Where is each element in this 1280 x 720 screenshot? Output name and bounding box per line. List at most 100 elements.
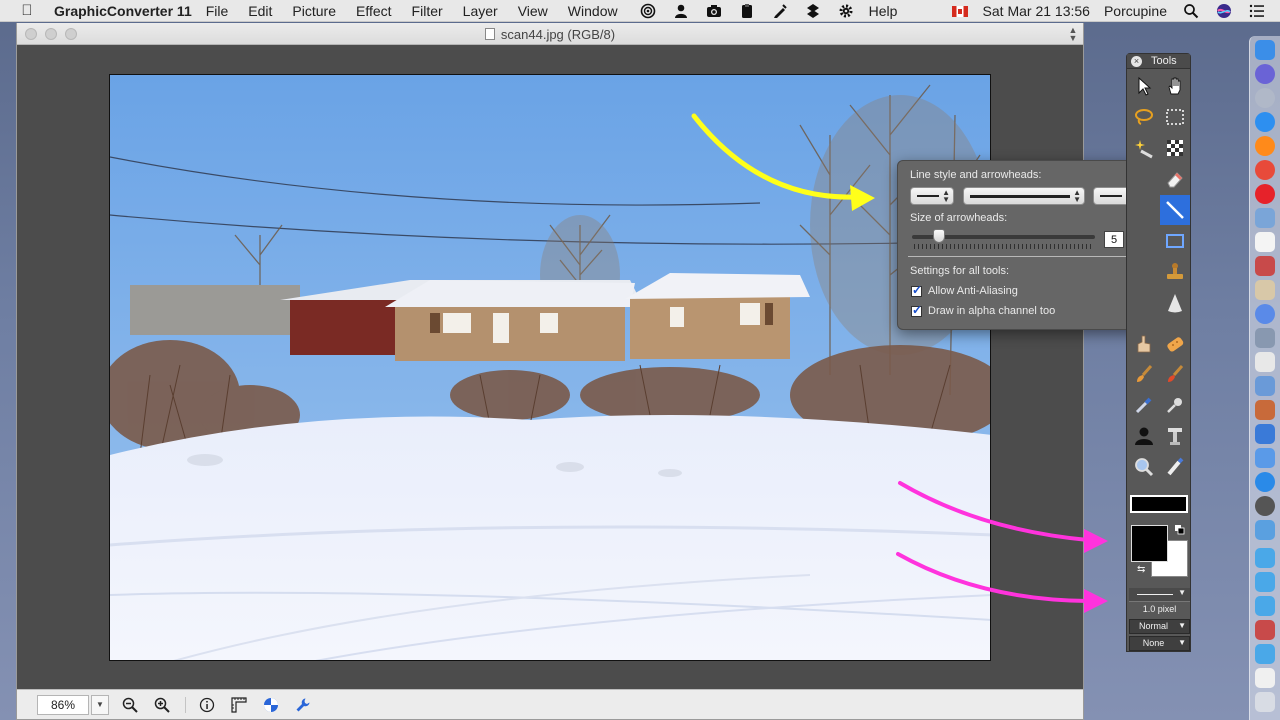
tool-sponge[interactable] xyxy=(1160,329,1190,359)
line-style-select[interactable]: ▲ ▼ xyxy=(963,187,1085,205)
zoom-dropdown-button[interactable]: ▼ xyxy=(91,694,109,715)
downloads-folder-icon[interactable] xyxy=(1255,644,1275,664)
tool-clamp[interactable] xyxy=(1160,421,1190,451)
app-store-icon[interactable] xyxy=(1255,472,1275,492)
window-titlebar[interactable]: scan44.jpg (RGB/8) ▲ ▼ xyxy=(17,23,1083,45)
acrobat-icon[interactable] xyxy=(1255,256,1275,276)
folder-icon-3[interactable] xyxy=(1255,596,1275,616)
folder-icon-2[interactable] xyxy=(1255,572,1275,592)
notification-center-icon[interactable] xyxy=(1247,3,1267,19)
folder-icon-1[interactable] xyxy=(1255,548,1275,568)
tool-brush[interactable] xyxy=(1129,359,1159,389)
menu-picture[interactable]: Picture xyxy=(292,3,336,19)
swap-colors-icon[interactable]: ⇆ xyxy=(1137,564,1145,575)
person-icon[interactable] xyxy=(671,3,691,19)
settings-dock-icon[interactable] xyxy=(1255,304,1275,324)
tool-eyedropper[interactable] xyxy=(1129,390,1159,420)
arrowhead-size-field[interactable]: 5 xyxy=(1104,231,1124,248)
tool-smudge[interactable] xyxy=(1129,329,1159,359)
info-button[interactable] xyxy=(196,695,218,715)
zoom-in-button[interactable] xyxy=(151,695,173,715)
tool-checker-select[interactable] xyxy=(1160,133,1190,163)
pen-icon[interactable] xyxy=(770,3,790,19)
image-capture-icon[interactable] xyxy=(1255,424,1275,444)
flag-canada-icon[interactable] xyxy=(950,3,970,19)
tool-silhouette[interactable] xyxy=(1129,421,1159,451)
arrowhead-size-slider-knob[interactable] xyxy=(933,229,946,243)
preview-icon[interactable] xyxy=(1255,208,1275,228)
menu-edit[interactable]: Edit xyxy=(248,3,272,19)
firefox-icon[interactable] xyxy=(1255,136,1275,156)
tools-palette-header[interactable]: × Tools xyxy=(1127,54,1190,69)
alpha-channel-label[interactable]: Draw in alpha channel too xyxy=(928,305,1055,317)
tool-cone[interactable] xyxy=(1160,288,1190,318)
tool-airbrush[interactable] xyxy=(1160,390,1190,420)
recent-item-icon[interactable] xyxy=(1255,620,1275,640)
menu-help[interactable]: Help xyxy=(869,3,898,19)
blend-mode-select[interactable]: Normal ▼ xyxy=(1129,619,1190,634)
alpha-channel-checkbox[interactable] xyxy=(911,303,922,317)
menubar-clock[interactable]: Sat Mar 21 13:56 xyxy=(983,3,1090,19)
line-start-style-select[interactable]: ▲ ▼ xyxy=(910,187,954,205)
launchpad-icon[interactable] xyxy=(1255,88,1275,108)
trash-icon[interactable] xyxy=(1255,692,1275,712)
gear-icon[interactable] xyxy=(836,3,856,19)
finder-icon[interactable] xyxy=(1255,40,1275,60)
anti-aliasing-label[interactable]: Allow Anti-Aliasing xyxy=(928,285,1018,297)
title-chevron-icon[interactable]: ▲ ▼ xyxy=(1067,26,1079,43)
tool-magic-wand[interactable] xyxy=(1129,133,1159,163)
siri-icon[interactable] xyxy=(1214,3,1234,19)
notes-icon[interactable] xyxy=(1255,280,1275,300)
chrome-icon[interactable] xyxy=(1255,160,1275,180)
clipboard-icon[interactable] xyxy=(737,3,757,19)
menubar-user[interactable]: Porcupine xyxy=(1104,3,1167,19)
line-style-preview[interactable] xyxy=(1130,495,1188,513)
safari-icon[interactable] xyxy=(1255,112,1275,132)
reset-colors-icon[interactable] xyxy=(1175,525,1185,535)
menu-layer[interactable]: Layer xyxy=(463,3,498,19)
tool-zoom[interactable] xyxy=(1129,452,1159,482)
opera-icon[interactable] xyxy=(1255,184,1275,204)
tool-color-brush[interactable] xyxy=(1160,359,1190,389)
foreground-color-swatch[interactable] xyxy=(1131,525,1168,562)
menu-effect[interactable]: Effect xyxy=(356,3,392,19)
tool-rect-select[interactable] xyxy=(1160,102,1190,132)
image-canvas[interactable] xyxy=(109,74,991,661)
utility-icon[interactable] xyxy=(1255,520,1275,540)
anti-aliasing-checkbox[interactable] xyxy=(911,283,922,297)
tool-hand[interactable] xyxy=(1160,71,1190,101)
tool-line[interactable] xyxy=(1160,195,1190,225)
siri-dock-icon[interactable] xyxy=(1255,64,1275,84)
scanner-icon[interactable] xyxy=(1255,376,1275,396)
apple-menu-icon[interactable]:  xyxy=(12,2,42,19)
app-menu[interactable]: GraphicConverter 11 xyxy=(54,3,192,19)
camera-icon[interactable] xyxy=(704,3,724,19)
time-machine-icon[interactable] xyxy=(1255,496,1275,516)
close-icon[interactable]: × xyxy=(1131,56,1142,67)
tool-stamp[interactable] xyxy=(1160,257,1190,287)
tool-eraser[interactable] xyxy=(1160,164,1190,194)
menu-view[interactable]: View xyxy=(518,3,548,19)
arrow-mode-select[interactable]: None ▼ xyxy=(1129,636,1190,651)
dropbox-icon[interactable] xyxy=(803,3,823,19)
tool-arrow[interactable] xyxy=(1129,71,1159,101)
settings-button[interactable] xyxy=(292,695,314,715)
graphicconverter-dock-icon[interactable] xyxy=(1255,400,1275,420)
zoom-level-field[interactable]: 86% xyxy=(37,694,89,715)
zoom-out-button[interactable] xyxy=(119,695,141,715)
photos-app-icon[interactable] xyxy=(1255,448,1275,468)
menu-window[interactable]: Window xyxy=(568,3,618,19)
tool-rectangle[interactable] xyxy=(1160,226,1190,256)
menu-filter[interactable]: Filter xyxy=(412,3,443,19)
document-stack-icon[interactable] xyxy=(1255,668,1275,688)
stroke-style-select[interactable]: ▼ xyxy=(1129,588,1190,602)
calendar-icon[interactable] xyxy=(1255,232,1275,252)
textedit-icon[interactable] xyxy=(1255,352,1275,372)
menu-file[interactable]: File xyxy=(206,3,229,19)
ruler-button[interactable] xyxy=(228,695,250,715)
color-profile-button[interactable] xyxy=(260,695,282,715)
target-icon[interactable] xyxy=(638,3,658,19)
tool-lasso[interactable] xyxy=(1129,102,1159,132)
migration-icon[interactable] xyxy=(1255,328,1275,348)
tool-paint-tube[interactable] xyxy=(1160,452,1190,482)
